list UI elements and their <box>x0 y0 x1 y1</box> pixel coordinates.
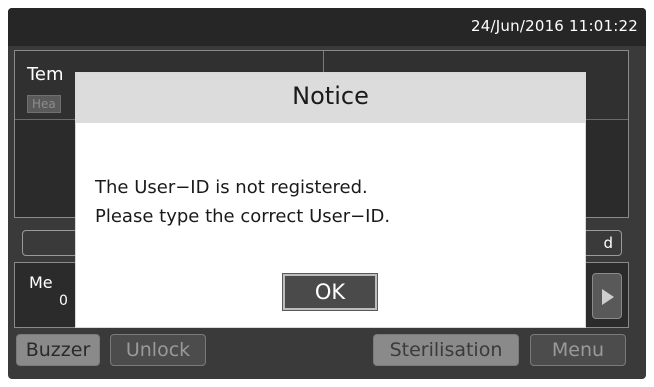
next-arrow-button[interactable] <box>592 273 622 319</box>
dialog-message: The User−ID is not registered. Please ty… <box>95 173 390 231</box>
menu-button[interactable]: Menu <box>530 334 626 366</box>
me-label: Me <box>29 273 53 292</box>
dialog-title: Notice <box>292 82 369 110</box>
device-screen: 24/Jun/2016 11:01:22 Tem Hea d Me 0 Buzz… <box>8 8 646 379</box>
play-right-icon <box>602 289 614 305</box>
dialog-message-line2: Please type the correct User−ID. <box>95 206 391 227</box>
dialog-header: Notice <box>76 73 585 123</box>
ok-button[interactable]: OK <box>283 274 377 310</box>
unlock-button[interactable]: Unlock <box>110 334 206 366</box>
notice-dialog: Notice The User−ID is not registered. Pl… <box>76 73 585 327</box>
status-row-text: d <box>603 234 613 252</box>
buzzer-button[interactable]: Buzzer <box>16 334 100 366</box>
dialog-message-line1: The User−ID is not registered. <box>95 177 368 198</box>
heat-badge: Hea <box>27 95 61 113</box>
me-value: 0 <box>59 293 68 309</box>
temperature-label: Tem <box>27 64 64 85</box>
datetime: 24/Jun/2016 11:01:22 <box>471 17 638 35</box>
sterilisation-button[interactable]: Sterilisation <box>373 334 519 366</box>
status-bar: 24/Jun/2016 11:01:22 <box>8 8 646 46</box>
